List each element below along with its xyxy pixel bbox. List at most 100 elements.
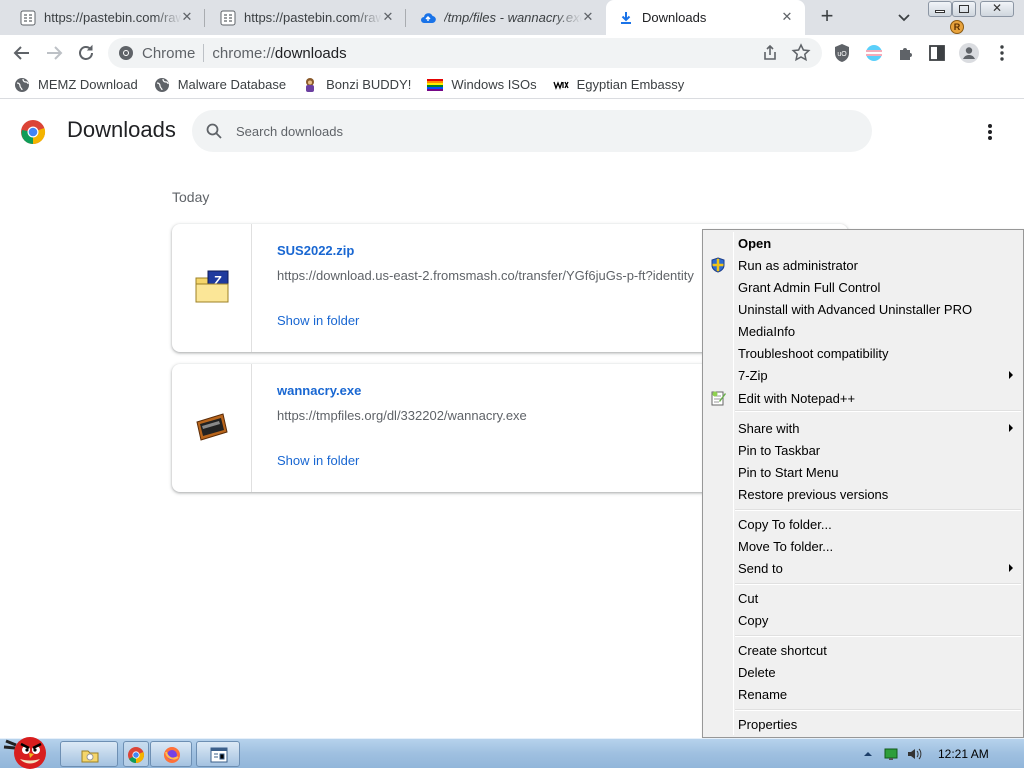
tab-pastebin-2[interactable]: https://pastebin.com/raw/ ✕ <box>205 0 406 35</box>
chrome-menu-icon[interactable] <box>991 42 1013 64</box>
close-icon[interactable]: ✕ <box>380 9 396 25</box>
tab-search-chevron-icon[interactable] <box>893 6 915 28</box>
file-icon-column <box>172 364 252 492</box>
network-status-icon[interactable] <box>883 746 899 762</box>
menu-item-grant-admin[interactable]: Grant Admin Full Control <box>705 276 1021 298</box>
side-panel-icon[interactable] <box>926 42 948 64</box>
menu-item-pin-taskbar[interactable]: Pin to Taskbar <box>705 439 1021 461</box>
search-box[interactable] <box>192 110 872 152</box>
profile-avatar-icon[interactable] <box>958 42 980 64</box>
extensions-puzzle-icon[interactable] <box>895 42 917 64</box>
submenu-arrow-icon <box>1009 424 1013 432</box>
menu-item-troubleshoot[interactable]: Troubleshoot compatibility <box>705 342 1021 364</box>
new-tab-button[interactable]: + <box>815 5 839 29</box>
menu-separator <box>735 709 1021 711</box>
menu-item-pin-start[interactable]: Pin to Start Menu <box>705 461 1021 483</box>
menu-item-create-shortcut[interactable]: Create shortcut <box>705 639 1021 661</box>
chrome-icon <box>128 747 144 764</box>
star-icon[interactable] <box>790 42 812 64</box>
exe-file-icon <box>196 413 228 441</box>
menu-item-label: Create shortcut <box>738 643 827 658</box>
menu-item-uninstall[interactable]: Uninstall with Advanced Uninstaller PRO <box>705 298 1021 320</box>
tab-title: https://pastebin.com/raw/ <box>44 10 182 25</box>
close-window-button[interactable]: ✕ <box>980 1 1014 17</box>
taskbar-chrome-button[interactable] <box>123 741 149 767</box>
zip-folder-icon: Z <box>195 270 229 303</box>
show-in-folder-link[interactable]: Show in folder <box>277 313 359 328</box>
menu-item-delete[interactable]: Delete <box>705 661 1021 683</box>
angry-bird-start-icon[interactable] <box>2 731 52 769</box>
menu-item-share-with[interactable]: Share with <box>705 417 1021 439</box>
menu-separator <box>735 583 1021 585</box>
tab-pastebin-1[interactable]: https://pastebin.com/raw/ ✕ <box>0 0 205 35</box>
tab-title: https://pastebin.com/raw/ <box>244 10 382 25</box>
globe-icon <box>15 77 29 92</box>
bookmark-egyptian-embassy[interactable]: Egyptian Embassy <box>552 77 685 93</box>
menu-item-send-to[interactable]: Send to <box>705 557 1021 579</box>
chrome-site-icon <box>119 46 133 60</box>
bookmark-malware-database[interactable]: Malware Database <box>154 77 286 93</box>
close-icon[interactable]: ✕ <box>179 9 195 25</box>
file-url[interactable]: https://tmpfiles.org/dl/332202/wannacry.… <box>277 408 527 423</box>
bookmark-memz[interactable]: MEMZ Download <box>14 77 138 93</box>
file-name-link[interactable]: SUS2022.zip <box>277 243 354 258</box>
uac-shield-icon <box>711 257 725 273</box>
taskbar-window-button[interactable] <box>196 741 240 767</box>
menu-item-label: Copy <box>738 613 769 628</box>
menu-item-label: Rename <box>738 687 788 702</box>
file-name-link[interactable]: wannacry.exe <box>277 383 361 398</box>
menu-item-label: Cut <box>738 591 759 606</box>
date-section-label: Today <box>172 189 210 205</box>
show-hidden-icons-icon[interactable] <box>860 746 876 762</box>
menu-item-7zip[interactable]: 7-Zip <box>705 364 1021 386</box>
menu-item-copy-to-folder[interactable]: Copy To folder... <box>705 513 1021 535</box>
back-icon[interactable] <box>10 41 34 65</box>
ublock-icon[interactable]: uO <box>831 42 853 64</box>
menu-item-label: Troubleshoot compatibility <box>738 346 889 361</box>
bookmark-label: MEMZ Download <box>38 77 138 92</box>
minimize-button[interactable] <box>928 1 952 17</box>
menu-separator <box>735 635 1021 637</box>
page-title: Downloads <box>67 117 176 142</box>
pride-extension-icon[interactable] <box>863 42 885 64</box>
clock[interactable]: 12:21 AM <box>938 747 989 761</box>
menu-item-mediainfo[interactable]: MediaInfo <box>705 320 1021 342</box>
bookmark-windows-isos[interactable]: Windows ISOs <box>427 77 537 93</box>
menu-item-cut[interactable]: Cut <box>705 587 1021 609</box>
menu-item-properties[interactable]: Properties <box>705 713 1021 735</box>
tab-tmpfiles[interactable]: /tmp/files - wannacry.exe ✕ <box>406 0 606 35</box>
menu-item-copy[interactable]: Copy <box>705 609 1021 631</box>
share-icon[interactable] <box>759 42 781 64</box>
taskbar-explorer-button[interactable] <box>60 741 118 767</box>
search-input[interactable] <box>236 121 836 141</box>
address-bar[interactable]: Chrome chrome://downloads <box>108 38 822 68</box>
show-in-folder-link[interactable]: Show in folder <box>277 453 359 468</box>
menu-item-label: MediaInfo <box>738 324 796 339</box>
bookmark-label: Egyptian Embassy <box>576 77 685 92</box>
close-icon[interactable]: ✕ <box>779 9 795 25</box>
close-icon[interactable]: ✕ <box>580 9 596 25</box>
bookmark-label: Bonzi BUDDY! <box>326 77 412 92</box>
notepadpp-icon <box>711 391 726 406</box>
taskbar-firefox-button[interactable] <box>150 741 192 767</box>
menu-item-restore-versions[interactable]: Restore previous versions <box>705 483 1021 505</box>
pastebin-icon <box>220 10 236 25</box>
volume-icon[interactable] <box>906 746 922 762</box>
maximize-button[interactable] <box>952 1 976 17</box>
wix-icon <box>552 80 569 90</box>
menu-item-rename[interactable]: Rename <box>705 683 1021 705</box>
globe-icon <box>154 77 169 92</box>
bookmark-bonzi-buddy[interactable]: Bonzi BUDDY! <box>302 77 411 93</box>
tab-downloads[interactable]: Downloads ✕ <box>606 0 805 35</box>
menu-item-label: Run as administrator <box>738 258 858 273</box>
menu-item-open[interactable]: Open <box>705 232 1021 254</box>
file-url[interactable]: https://download.us-east-2.fromsmash.co/… <box>277 268 694 283</box>
menu-item-move-to-folder[interactable]: Move To folder... <box>705 535 1021 557</box>
bookmark-label: Malware Database <box>177 77 287 92</box>
more-options-icon[interactable] <box>978 120 1002 144</box>
omnibox-divider <box>203 44 205 62</box>
menu-item-notepadpp[interactable]: Edit with Notepad++ <box>705 387 1021 409</box>
forward-icon[interactable] <box>42 41 66 65</box>
menu-item-run-as-admin[interactable]: Run as administrator <box>705 254 1021 276</box>
reload-icon[interactable] <box>74 41 98 65</box>
